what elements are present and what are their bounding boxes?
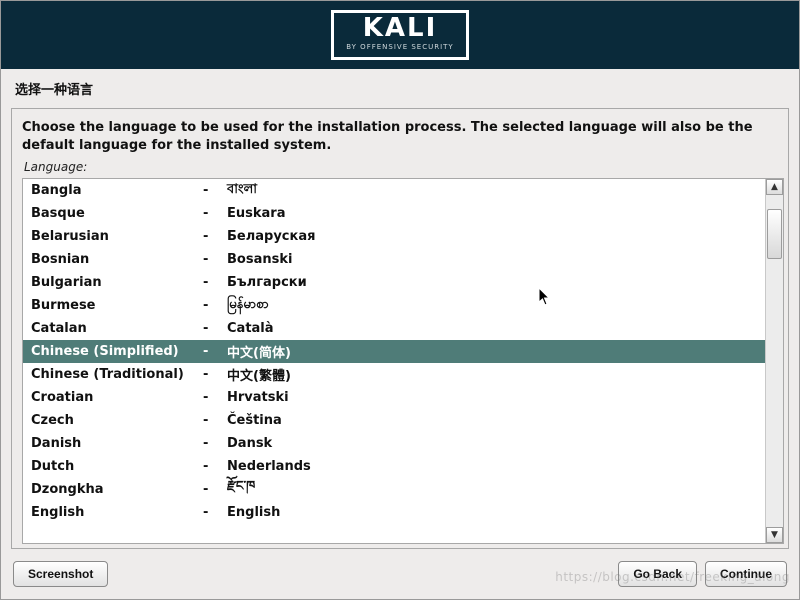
- language-row[interactable]: Bangla-বাংলা: [23, 179, 765, 202]
- language-native-name: မြန်မာစာ: [227, 296, 765, 315]
- language-row[interactable]: Catalan-Català: [23, 317, 765, 340]
- language-row[interactable]: Czech-Čeština: [23, 409, 765, 432]
- language-row[interactable]: English-English: [23, 501, 765, 524]
- dash-separator: -: [203, 344, 227, 359]
- language-english-name: Burmese: [23, 298, 203, 313]
- go-back-button[interactable]: Go Back: [618, 561, 697, 587]
- language-native-name: 中文(简体): [227, 342, 765, 361]
- language-row[interactable]: Dzongkha-རྫོང་ཁ: [23, 478, 765, 501]
- language-row[interactable]: Basque-Euskara: [23, 202, 765, 225]
- language-label: Language:: [22, 160, 784, 174]
- language-native-name: Euskara: [227, 206, 765, 221]
- dash-separator: -: [203, 206, 227, 221]
- language-english-name: Dzongkha: [23, 482, 203, 497]
- language-row[interactable]: Danish-Dansk: [23, 432, 765, 455]
- language-row[interactable]: Croatian-Hrvatski: [23, 386, 765, 409]
- language-row[interactable]: Belarusian-Беларуская: [23, 225, 765, 248]
- continue-button[interactable]: Continue: [705, 561, 787, 587]
- language-native-name: Čeština: [227, 413, 765, 428]
- language-list[interactable]: Bangla-বাংলাBasque-EuskaraBelarusian-Бел…: [23, 179, 765, 543]
- language-native-name: English: [227, 505, 765, 520]
- dash-separator: -: [203, 436, 227, 451]
- step-title: 选择一种语言: [15, 79, 785, 98]
- language-native-name: Català: [227, 321, 765, 336]
- dash-separator: -: [203, 390, 227, 405]
- dash-separator: -: [203, 367, 227, 382]
- language-english-name: Catalan: [23, 321, 203, 336]
- scrollbar[interactable]: ▲ ▼: [765, 179, 783, 543]
- banner: KALI BY OFFENSIVE SECURITY: [1, 1, 799, 69]
- language-native-name: বাংলা: [227, 180, 765, 201]
- dash-separator: -: [203, 459, 227, 474]
- language-list-container: Bangla-বাংলাBasque-EuskaraBelarusian-Бел…: [22, 178, 784, 544]
- language-english-name: Chinese (Simplified): [23, 344, 203, 359]
- language-native-name: རྫོང་ཁ: [227, 471, 765, 508]
- scroll-down-button[interactable]: ▼: [766, 527, 783, 543]
- dash-separator: -: [203, 183, 227, 198]
- dash-separator: -: [203, 321, 227, 336]
- step-title-bar: 选择一种语言: [1, 69, 799, 104]
- language-row[interactable]: Chinese (Traditional)-中文(繁體): [23, 363, 765, 386]
- dash-separator: -: [203, 413, 227, 428]
- dash-separator: -: [203, 275, 227, 290]
- language-english-name: Danish: [23, 436, 203, 451]
- dash-separator: -: [203, 298, 227, 313]
- dash-separator: -: [203, 252, 227, 267]
- language-native-name: Български: [227, 275, 765, 290]
- language-english-name: Chinese (Traditional): [23, 367, 203, 382]
- language-english-name: English: [23, 505, 203, 520]
- language-english-name: Belarusian: [23, 229, 203, 244]
- footer: Screenshot Go Back Continue: [1, 549, 799, 599]
- language-english-name: Bangla: [23, 183, 203, 198]
- language-row[interactable]: Bosnian-Bosanski: [23, 248, 765, 271]
- language-english-name: Czech: [23, 413, 203, 428]
- language-english-name: Bulgarian: [23, 275, 203, 290]
- language-native-name: 中文(繁體): [227, 365, 765, 384]
- language-row[interactable]: Burmese-မြန်မာစာ: [23, 294, 765, 317]
- logo-subtitle: BY OFFENSIVE SECURITY: [346, 43, 453, 51]
- language-native-name: Беларуская: [227, 229, 765, 244]
- language-native-name: Dansk: [227, 436, 765, 451]
- scroll-up-button[interactable]: ▲: [766, 179, 783, 195]
- dash-separator: -: [203, 229, 227, 244]
- logo-title: KALI: [363, 15, 438, 41]
- language-native-name: Bosanski: [227, 252, 765, 267]
- instruction-text: Choose the language to be used for the i…: [22, 119, 784, 154]
- scroll-thumb[interactable]: [767, 209, 782, 259]
- dash-separator: -: [203, 505, 227, 520]
- content-panel: Choose the language to be used for the i…: [11, 108, 789, 549]
- language-row[interactable]: Chinese (Simplified)-中文(简体): [23, 340, 765, 363]
- kali-logo: KALI BY OFFENSIVE SECURITY: [331, 10, 468, 60]
- screenshot-button[interactable]: Screenshot: [13, 561, 108, 587]
- language-native-name: Hrvatski: [227, 390, 765, 405]
- language-english-name: Croatian: [23, 390, 203, 405]
- language-english-name: Basque: [23, 206, 203, 221]
- language-english-name: Dutch: [23, 459, 203, 474]
- dash-separator: -: [203, 482, 227, 497]
- language-english-name: Bosnian: [23, 252, 203, 267]
- installer-window: KALI BY OFFENSIVE SECURITY 选择一种语言 Choose…: [0, 0, 800, 600]
- language-row[interactable]: Bulgarian-Български: [23, 271, 765, 294]
